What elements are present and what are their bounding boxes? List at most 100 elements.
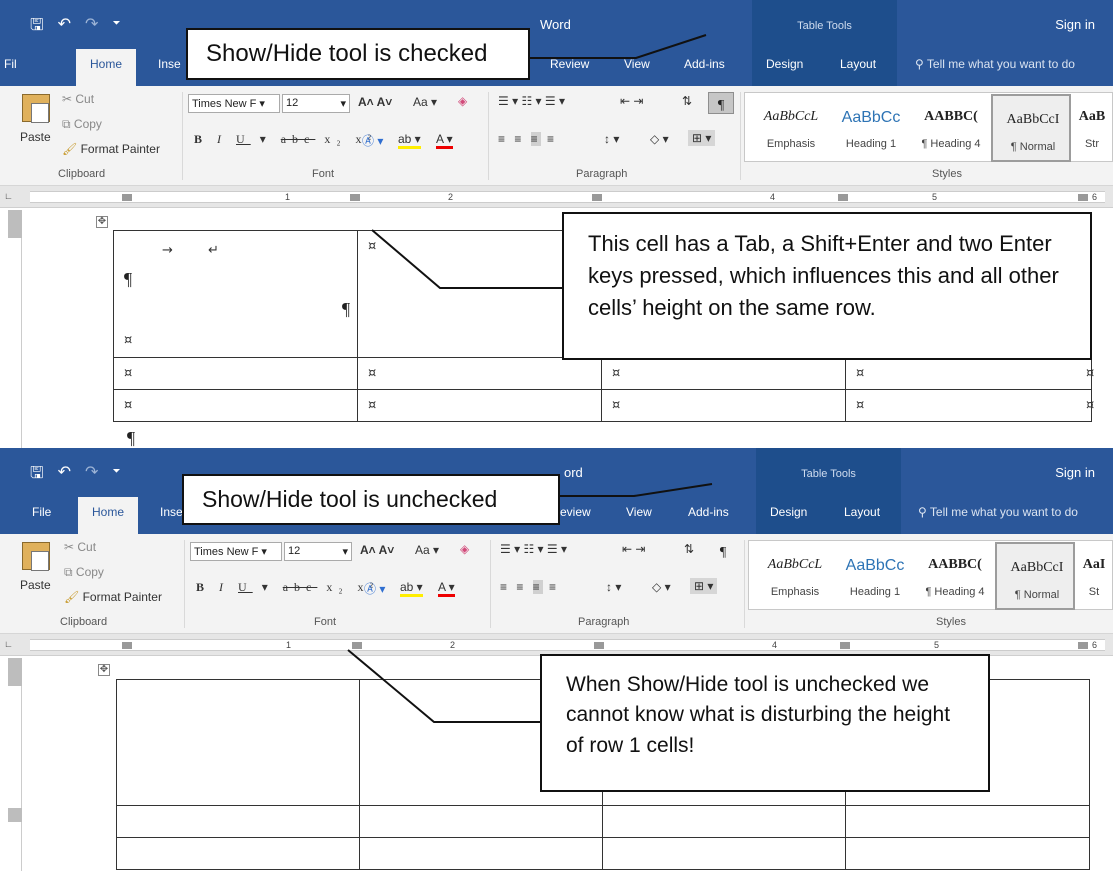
tell-me-search[interactable]: ⚲ Tell me what you want to do bbox=[918, 505, 1078, 519]
indent-buttons[interactable]: ⇤ ⇥ bbox=[622, 542, 645, 556]
tab-home[interactable]: Home bbox=[78, 497, 139, 534]
cut-button[interactable]: ✂ Cut bbox=[62, 92, 94, 106]
indent-buttons[interactable]: ⇤ ⇥ bbox=[620, 94, 643, 108]
table-cell[interactable] bbox=[359, 837, 603, 870]
tab-layout[interactable]: Layout bbox=[844, 505, 880, 519]
column-marker[interactable] bbox=[838, 194, 848, 201]
column-marker[interactable] bbox=[1078, 642, 1088, 649]
font-name-select[interactable]: Times New F ▾ bbox=[188, 94, 280, 113]
table-cell[interactable] bbox=[359, 805, 603, 838]
font-name-select[interactable]: Times New F ▾ bbox=[190, 542, 282, 561]
copy-button[interactable]: ⧉ Copy bbox=[62, 117, 102, 132]
style-heading-1[interactable]: AaBbCc Heading 1 bbox=[835, 541, 915, 609]
table-move-handle-icon[interactable]: ✥ bbox=[96, 216, 108, 228]
grow-font-button[interactable]: A˄ A˅ bbox=[360, 543, 394, 557]
borders-icon[interactable]: ⊞ ▾ bbox=[690, 578, 718, 594]
table-cell[interactable]: ¤ bbox=[601, 357, 846, 390]
format-painter-button[interactable]: 🖌 Format Painter bbox=[62, 142, 160, 156]
tab-layout[interactable]: Layout bbox=[840, 57, 876, 71]
clear-formatting-icon[interactable]: ◈ bbox=[458, 94, 467, 108]
table-cell[interactable] bbox=[602, 805, 846, 838]
alignment-buttons[interactable]: ≡ ≡ ≡ ≡ bbox=[500, 580, 559, 594]
table-cell[interactable]: ¤ bbox=[845, 389, 1092, 422]
column-marker[interactable] bbox=[594, 642, 604, 649]
show-hide-pilcrow-button[interactable]: ¶ bbox=[710, 540, 736, 562]
vertical-ruler[interactable] bbox=[8, 658, 22, 871]
column-marker[interactable] bbox=[352, 642, 362, 649]
highlight-icon[interactable]: ab ▾ bbox=[398, 132, 421, 149]
vertical-ruler[interactable] bbox=[8, 210, 22, 448]
font-color-icon[interactable]: A ▾ bbox=[438, 580, 455, 597]
indent-marker[interactable] bbox=[122, 194, 132, 201]
indent-marker[interactable] bbox=[122, 642, 132, 649]
line-spacing-icon[interactable]: ↕ ▾ bbox=[606, 580, 621, 594]
column-marker[interactable] bbox=[350, 194, 360, 201]
customize-qat-icon[interactable]: ⏷ bbox=[112, 14, 120, 41]
undo-icon[interactable]: ↶ bbox=[58, 14, 71, 41]
paste-icon[interactable] bbox=[22, 542, 50, 571]
column-marker[interactable] bbox=[840, 642, 850, 649]
tab-add-ins[interactable]: Add-ins bbox=[684, 57, 725, 71]
style-heading-4[interactable]: AABBC(¶ Heading 4 bbox=[911, 93, 991, 161]
font-size-select[interactable]: 12 ▾ bbox=[284, 542, 352, 561]
tab-insert[interactable]: Inse bbox=[160, 505, 183, 519]
style-normal[interactable]: AaBbCcI ¶ Normal bbox=[991, 94, 1071, 162]
tab-review[interactable]: eview bbox=[560, 505, 591, 519]
paste-button[interactable]: Paste bbox=[20, 130, 51, 144]
table-move-handle-icon[interactable]: ✥ bbox=[98, 664, 110, 676]
save-icon[interactable]: 🖫 bbox=[30, 462, 44, 489]
redo-icon[interactable]: ↷ bbox=[85, 14, 98, 41]
shading-icon[interactable]: ◇ ▾ bbox=[652, 580, 671, 594]
table-cell[interactable]: ¤ bbox=[601, 389, 846, 422]
undo-icon[interactable]: ↶ bbox=[58, 462, 71, 489]
tab-view[interactable]: View bbox=[626, 505, 652, 519]
format-painter-button[interactable]: 🖌 Format Painter bbox=[64, 590, 162, 604]
sort-icon[interactable]: ⇅ bbox=[682, 94, 692, 108]
line-spacing-icon[interactable]: ↕ ▾ bbox=[604, 132, 619, 146]
table-cell[interactable] bbox=[845, 837, 1090, 870]
style-normal[interactable]: AaBbCcI ¶ Normal bbox=[995, 542, 1075, 610]
style-strong[interactable]: AaI St bbox=[1075, 541, 1113, 609]
save-icon[interactable]: 🖫 bbox=[30, 14, 44, 41]
style-heading-4[interactable]: AABBC(¶ Heading 4 bbox=[915, 541, 995, 609]
tab-home[interactable]: Home bbox=[76, 49, 137, 86]
horizontal-ruler[interactable]: ∟ 1 2 4 5 6 bbox=[0, 634, 1113, 656]
shading-icon[interactable]: ◇ ▾ bbox=[650, 132, 669, 146]
list-buttons[interactable]: ☰ ▾ ☷ ▾ ☰ ▾ bbox=[500, 542, 567, 556]
tab-view[interactable]: View bbox=[624, 57, 650, 71]
table-cell[interactable]: ¤ bbox=[113, 357, 358, 390]
table-cell-with-marks[interactable]: → ↵ ¶ ¶ ¤ bbox=[113, 230, 358, 358]
font-style-buttons[interactable]: B I U ▾ abc x₂ x² bbox=[194, 132, 377, 147]
tab-file[interactable]: File bbox=[32, 505, 51, 519]
column-marker[interactable] bbox=[1078, 194, 1088, 201]
list-buttons[interactable]: ☰ ▾ ☷ ▾ ☰ ▾ bbox=[498, 94, 565, 108]
tab-design[interactable]: Design bbox=[770, 505, 807, 519]
clear-formatting-icon[interactable]: ◈ bbox=[460, 542, 469, 556]
table-cell[interactable] bbox=[602, 837, 846, 870]
table-cell[interactable] bbox=[116, 837, 360, 870]
text-effects-icon[interactable]: Ⓐ ▾ bbox=[364, 580, 385, 597]
table-cell[interactable] bbox=[116, 805, 360, 838]
sort-icon[interactable]: ⇅ bbox=[684, 542, 694, 556]
cut-button[interactable]: ✂ Cut bbox=[64, 540, 96, 554]
paste-button[interactable]: Paste bbox=[20, 578, 51, 592]
tab-selector-icon[interactable]: ∟ bbox=[4, 639, 13, 649]
tab-file[interactable]: Fil bbox=[4, 57, 17, 71]
alignment-buttons[interactable]: ≡ ≡ ≡ ≡ bbox=[498, 132, 557, 146]
table-cell[interactable]: ¤ bbox=[357, 389, 602, 422]
borders-icon[interactable]: ⊞ ▾ bbox=[688, 130, 716, 146]
table-cell[interactable]: ¤ bbox=[357, 357, 602, 390]
change-case-button[interactable]: Aa ▾ bbox=[415, 543, 439, 557]
tab-add-ins[interactable]: Add-ins bbox=[688, 505, 729, 519]
tab-selector-icon[interactable]: ∟ bbox=[4, 191, 13, 201]
paste-icon[interactable] bbox=[22, 94, 50, 123]
font-color-icon[interactable]: A ▾ bbox=[436, 132, 453, 149]
highlight-icon[interactable]: ab ▾ bbox=[400, 580, 423, 597]
table-cell[interactable] bbox=[116, 679, 360, 806]
table-cell[interactable] bbox=[845, 805, 1090, 838]
table-cell[interactable]: ¤ bbox=[113, 389, 358, 422]
tab-review[interactable]: Review bbox=[550, 57, 589, 71]
font-style-buttons[interactable]: B I U ▾ abc x₂ x² bbox=[196, 580, 379, 595]
style-emphasis[interactable]: AaBbCcL Emphasis bbox=[751, 93, 831, 161]
style-heading-1[interactable]: AaBbCc Heading 1 bbox=[831, 93, 911, 161]
